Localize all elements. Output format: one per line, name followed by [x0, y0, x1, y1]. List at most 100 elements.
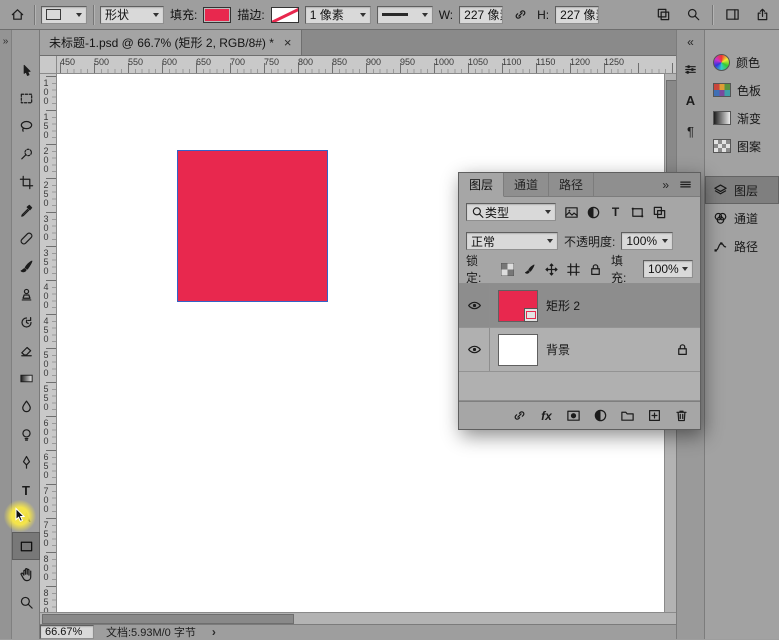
panel-button-layers[interactable]: 图层 — [705, 176, 779, 204]
tool-eyedropper[interactable] — [12, 196, 40, 224]
horizontal-ruler[interactable]: 4505005506006507007508008509009501000105… — [57, 56, 676, 74]
link-dimensions-icon[interactable] — [509, 4, 531, 26]
ruler-label: 800 — [41, 554, 51, 581]
share-icon[interactable] — [751, 4, 773, 26]
panel-button-patterns[interactable]: 图案 — [705, 132, 779, 160]
fill-opacity-select[interactable]: 100% — [643, 260, 693, 278]
tools-panel: T — [12, 30, 40, 639]
expand-toolbar-chevron[interactable]: » — [3, 36, 9, 47]
horizontal-scrollbar-thumb[interactable] — [42, 614, 294, 624]
tab-paths[interactable]: 路径 — [549, 173, 594, 196]
tool-move[interactable] — [12, 56, 40, 84]
layer-name[interactable]: 矩形 2 — [546, 297, 580, 314]
panel-button-channels[interactable]: 通道 — [705, 204, 779, 232]
filter-shape-layers-icon[interactable] — [628, 203, 647, 222]
document-tab[interactable]: 未标题-1.psd @ 66.7% (矩形 2, RGB/8#) * × — [40, 30, 302, 55]
layer-filter-select[interactable]: 类型 — [466, 203, 556, 221]
path-operations-icon[interactable] — [652, 4, 674, 26]
link-layers-icon[interactable] — [509, 405, 530, 426]
filter-smart-objects-icon[interactable] — [650, 203, 669, 222]
ruler-row: 4505005506006507007508008509009501000105… — [40, 56, 676, 74]
layer-name[interactable]: 背景 — [546, 341, 570, 358]
home-icon[interactable] — [6, 4, 28, 26]
character-panel-icon[interactable]: A — [679, 88, 703, 112]
blend-mode-select[interactable]: 正常 — [466, 232, 558, 250]
tool-gradient-tool[interactable] — [12, 364, 40, 392]
panel-button-swatches[interactable]: 色板 — [705, 76, 779, 104]
filter-adjustment-layers-icon[interactable] — [584, 203, 603, 222]
fill-color-swatch[interactable] — [203, 7, 231, 23]
tab-channels[interactable]: 通道 — [504, 173, 549, 196]
search-icon[interactable] — [682, 4, 704, 26]
horizontal-scrollbar[interactable] — [40, 612, 676, 624]
add-layer-mask-icon[interactable] — [563, 405, 584, 426]
tool-clone-stamp[interactable] — [12, 280, 40, 308]
tool-preset-dropdown[interactable] — [41, 6, 87, 24]
new-group-icon[interactable] — [617, 405, 638, 426]
lock-transparent-pixels-icon[interactable] — [498, 260, 517, 279]
status-options-chevron[interactable]: › — [208, 625, 220, 639]
opacity-select[interactable]: 100% — [621, 232, 673, 250]
tool-marquee[interactable] — [12, 84, 40, 112]
panel-button-paths[interactable]: 路径 — [705, 232, 779, 260]
lock-image-pixels-icon[interactable] — [520, 260, 539, 279]
expand-panels-chevron[interactable]: « — [677, 35, 704, 49]
layer-thumbnail[interactable] — [498, 290, 538, 322]
tool-mode-value: 形状 — [105, 6, 129, 23]
tool-zoom[interactable] — [12, 588, 40, 616]
tool-dodge[interactable] — [12, 420, 40, 448]
layer-row[interactable]: 矩形 2 — [459, 284, 700, 328]
close-tab-icon[interactable]: × — [284, 35, 292, 50]
ruler-origin-corner[interactable] — [40, 56, 57, 74]
filter-pixel-layers-icon[interactable] — [562, 203, 581, 222]
lock-artboard-icon[interactable] — [564, 260, 583, 279]
tool-brush[interactable] — [12, 252, 40, 280]
chevron-down-icon — [662, 239, 668, 243]
chevron-down-icon — [547, 239, 553, 243]
rectangle-shape[interactable] — [177, 150, 328, 302]
height-input[interactable]: 227 像素 — [555, 6, 599, 24]
width-input[interactable]: 227 像素 — [459, 6, 503, 24]
tool-mode-select[interactable]: 形状 — [100, 6, 164, 24]
layer-style-icon[interactable]: fx — [536, 405, 557, 426]
panel-button-color[interactable]: 颜色 — [705, 48, 779, 76]
tool-quick-select[interactable] — [12, 140, 40, 168]
ruler-label: 1250 — [604, 57, 624, 67]
stroke-color-swatch[interactable] — [271, 7, 299, 23]
delete-layer-icon[interactable] — [671, 405, 692, 426]
filter-type-layers-icon[interactable]: T — [606, 203, 625, 222]
panel-menu-icon[interactable] — [677, 177, 693, 193]
vertical-ruler[interactable]: 1001502002503003504004505005506006507007… — [40, 74, 57, 612]
layer-visibility-eye-icon[interactable] — [459, 284, 490, 327]
layer-visibility-eye-icon[interactable] — [459, 328, 490, 371]
panel-button-gradients[interactable]: 渐变 — [705, 104, 779, 132]
paragraph-panel-icon[interactable]: ¶ — [679, 119, 703, 143]
new-adjustment-layer-icon[interactable] — [590, 405, 611, 426]
properties-panel-icon[interactable] — [679, 57, 703, 81]
tool-lasso[interactable] — [12, 112, 40, 140]
tool-type[interactable]: T — [12, 476, 40, 504]
tab-layers[interactable]: 图层 — [459, 173, 504, 197]
tool-rectangle-tool[interactable] — [12, 532, 40, 560]
tool-eraser[interactable] — [12, 336, 40, 364]
ruler-label: 600 — [41, 418, 51, 445]
tool-pen[interactable] — [12, 448, 40, 476]
layer-thumbnail[interactable] — [498, 334, 538, 366]
stroke-type-select[interactable] — [377, 6, 433, 24]
stroke-width-select[interactable]: 1 像素 — [305, 6, 371, 24]
tool-crop[interactable] — [12, 168, 40, 196]
zoom-level-input[interactable]: 66.67% — [40, 625, 94, 639]
tool-healing[interactable] — [12, 224, 40, 252]
tool-blur[interactable] — [12, 392, 40, 420]
workspace-switcher-icon[interactable] — [721, 4, 743, 26]
lock-all-icon[interactable] — [586, 260, 605, 279]
lock-position-icon[interactable] — [542, 260, 561, 279]
new-layer-icon[interactable] — [644, 405, 665, 426]
rectangle-preset-icon — [46, 9, 61, 20]
ruler-label: 750 — [264, 57, 279, 67]
collapse-panel-chevron[interactable]: » — [662, 178, 669, 192]
tool-hand[interactable] — [12, 560, 40, 588]
tool-history-brush[interactable] — [12, 308, 40, 336]
tool-path-select[interactable] — [12, 504, 40, 532]
layer-row[interactable]: 背景 — [459, 328, 700, 372]
